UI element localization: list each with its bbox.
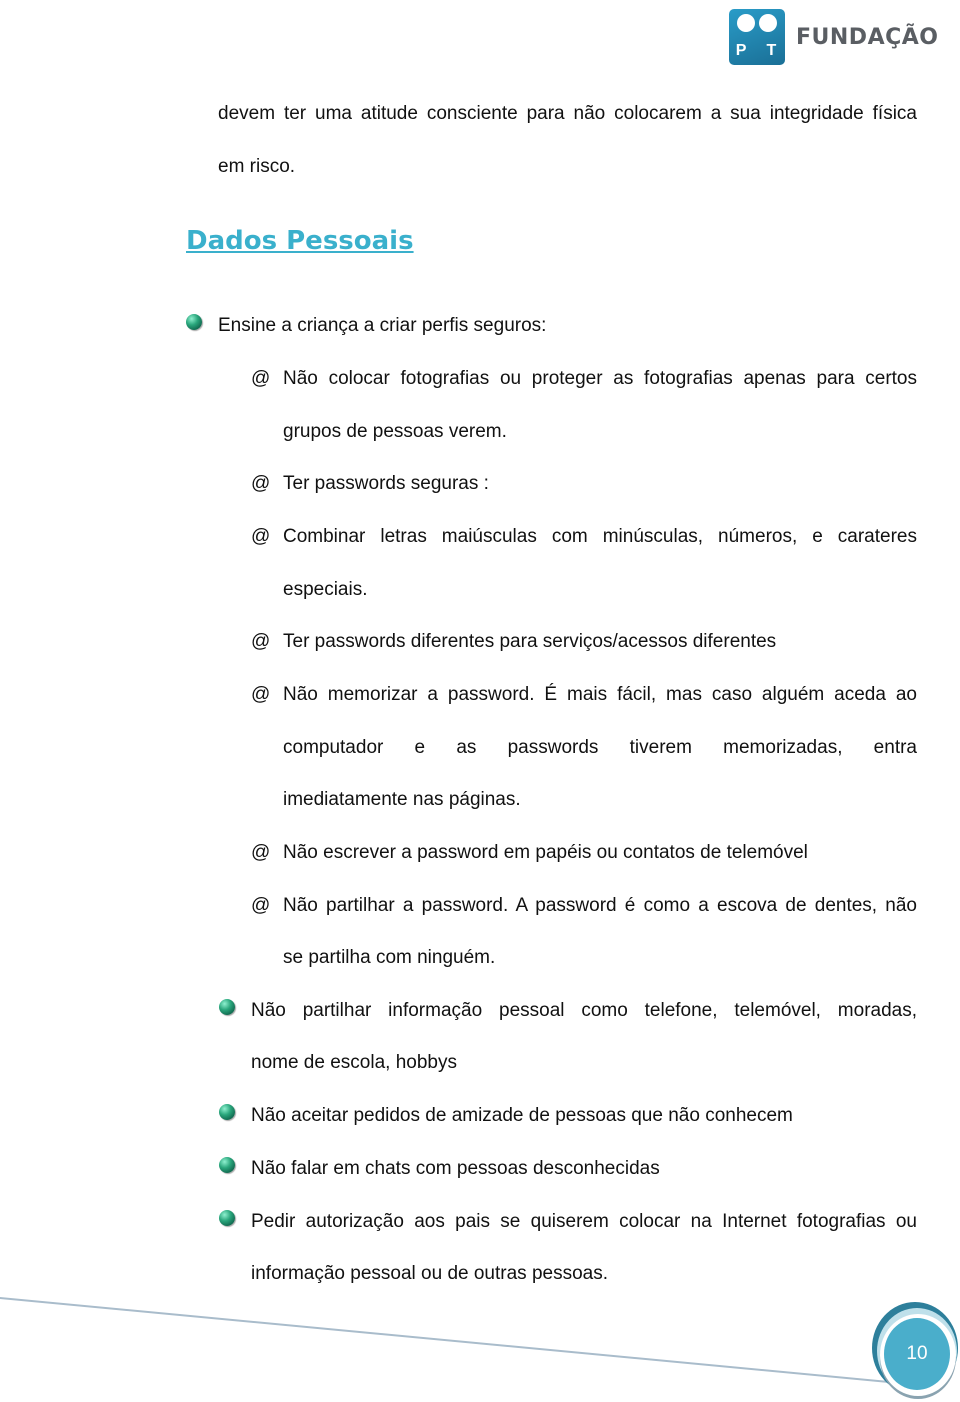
page-number-badge: 10 [868,1302,960,1398]
bullet-1-line-1: Não partilhar informação pessoal como te… [251,1000,917,1021]
bullet-2-line-1: Não aceitar pedidos de amizade de pessoa… [251,1105,793,1126]
bullet-4-line-1: Pedir autorização aos pais se quiserem c… [251,1211,917,1232]
sub-item-2-line-1: Ter passwords seguras : [283,473,489,494]
at-bullet-icon: @ [251,842,271,863]
at-bullet-icon: @ [251,526,271,547]
sub-item-5-line-2: computador e as passwords tiverem memori… [283,737,917,758]
green-gem-bullet-icon [186,314,202,330]
green-gem-bullet-icon [219,999,235,1015]
main-bullet-text: Ensine a criança a criar perfis seguros: [218,315,547,336]
sub-item-1-line-2: grupos de pessoas verem. [283,421,507,442]
footer-decorative-line [0,1297,901,1385]
logo-wordmark: FUNDAÇÃO [796,24,939,50]
section-heading: Dados Pessoais [186,226,414,256]
sub-item-3-line-2: especiais. [283,579,368,600]
sub-item-3-line-1: Combinar letras maiúsculas com minúscula… [283,526,917,547]
at-bullet-icon: @ [251,473,271,494]
sub-item-7-line-1: Não partilhar a password. A password é c… [283,895,917,916]
intro-line-2: em risco. [218,156,296,177]
green-gem-bullet-icon [219,1104,235,1120]
sub-item-6-line-1: Não escrever a password em papéis ou con… [283,842,808,863]
bullet-3-line-1: Não falar em chats com pessoas desconhec… [251,1158,660,1179]
pt-fundacao-logo: P T FUNDAÇÃO [729,9,938,65]
sub-item-5-line-3: imediatamente nas páginas. [283,789,521,810]
bullet-4-line-2: informação pessoal ou de outras pessoas. [251,1263,608,1284]
at-bullet-icon: @ [251,895,271,916]
green-gem-bullet-icon [219,1210,235,1226]
at-bullet-icon: @ [251,684,271,705]
pt-logo-icon: P T [729,9,785,65]
bullet-1-line-2: nome de escola, hobbys [251,1052,457,1073]
sub-item-5-line-1: Não memorizar a password. É mais fácil, … [283,684,917,705]
at-bullet-icon: @ [251,631,271,652]
at-bullet-icon: @ [251,368,271,389]
sub-item-1-line-1: Não colocar fotografias ou proteger as f… [283,368,917,389]
sub-item-4-line-1: Ter passwords diferentes para serviços/a… [283,631,777,652]
green-gem-bullet-icon [219,1157,235,1173]
sub-item-7-line-2: se partilha com ninguém. [283,947,496,968]
logo-letters: P T [735,42,785,59]
page-number: 10 [906,1343,928,1364]
intro-line-1: devem ter uma atitude consciente para nã… [218,103,917,124]
